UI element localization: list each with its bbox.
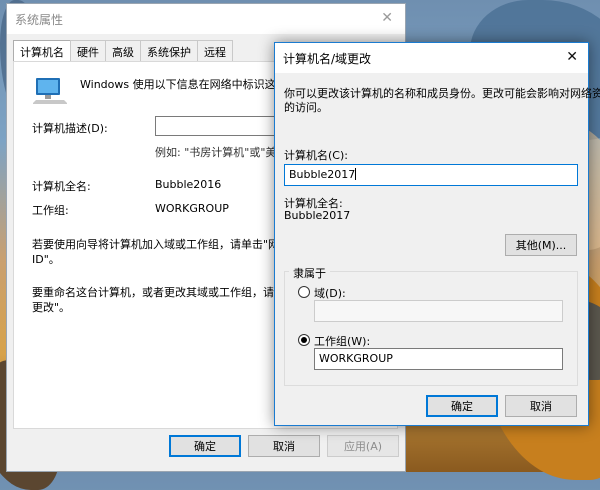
wizard-text-line2: ID"。 bbox=[32, 253, 60, 266]
tab-computer-name[interactable]: 计算机名 bbox=[13, 40, 71, 62]
close-icon[interactable]: ✕ bbox=[566, 49, 578, 65]
apply-button[interactable]: 应用(A) bbox=[327, 435, 399, 457]
workgroup-input[interactable]: WORKGROUP bbox=[314, 348, 563, 370]
full-name-value: Bubble2017 bbox=[284, 209, 351, 222]
rename-text-line2: 更改"。 bbox=[32, 301, 71, 314]
cancel-button[interactable]: 取消 bbox=[248, 435, 320, 457]
dialog-titlebar[interactable]: 计算机名/域更改 bbox=[275, 43, 588, 73]
dialog-title: 计算机名/域更改 bbox=[283, 51, 372, 66]
workgroup-radio[interactable] bbox=[298, 334, 310, 346]
member-of-label: 隶属于 bbox=[289, 265, 330, 281]
computer-name-change-dialog: 计算机名/域更改 ✕ 你可以更改该计算机的名称和成员身份。更改可能会影响对网络资… bbox=[274, 42, 600, 426]
radio-selected-dot bbox=[301, 337, 307, 343]
domain-input[interactable] bbox=[314, 300, 563, 322]
system-properties-title: 系统属性 bbox=[15, 12, 64, 27]
tab-strip: 计算机名 硬件 高级 系统保护 远程 bbox=[13, 40, 233, 62]
description-label: 计算机描述(D): bbox=[32, 122, 108, 135]
computer-icon bbox=[33, 78, 67, 104]
workgroup-label: 工作组: bbox=[32, 204, 69, 217]
tab-system-protection[interactable]: 系统保护 bbox=[140, 40, 198, 61]
dialog-description-line1: 你可以更改该计算机的名称和成员身份。更改可能会影响对网络资源 bbox=[284, 87, 600, 100]
dialog-description-line2: 的访问。 bbox=[284, 101, 328, 114]
wizard-text-line1: 若要使用向导将计算机加入域或工作组，请单击"网络 bbox=[32, 238, 291, 251]
close-icon[interactable]: ✕ bbox=[381, 10, 393, 26]
cancel-button[interactable]: 取消 bbox=[505, 395, 577, 417]
computer-name-label: 计算机名(C): bbox=[284, 149, 348, 162]
system-properties-titlebar[interactable]: 系统属性 bbox=[7, 4, 405, 34]
rename-text-line1: 要重命名这台计算机，或者更改其域或工作组，请单击" bbox=[32, 286, 302, 299]
workgroup-value: WORKGROUP bbox=[319, 352, 393, 365]
tab-remote[interactable]: 远程 bbox=[197, 40, 233, 61]
ok-button[interactable]: 确定 bbox=[426, 395, 498, 417]
workgroup-value: WORKGROUP bbox=[155, 202, 229, 215]
full-name-label: 计算机全名: bbox=[32, 180, 91, 193]
workgroup-label: 工作组(W): bbox=[314, 335, 371, 348]
text-caret bbox=[355, 168, 357, 180]
domain-label: 域(D): bbox=[314, 287, 346, 300]
full-name-value: Bubble2016 bbox=[155, 178, 222, 191]
domain-radio[interactable] bbox=[298, 286, 310, 298]
more-button[interactable]: 其他(M)... bbox=[505, 234, 577, 256]
tab-advanced[interactable]: 高级 bbox=[105, 40, 141, 61]
computer-name-input[interactable]: Bubble2017 bbox=[284, 164, 578, 186]
tab-hardware[interactable]: 硬件 bbox=[70, 40, 106, 61]
computer-name-value: Bubble2017 bbox=[289, 168, 356, 181]
ok-button[interactable]: 确定 bbox=[169, 435, 241, 457]
